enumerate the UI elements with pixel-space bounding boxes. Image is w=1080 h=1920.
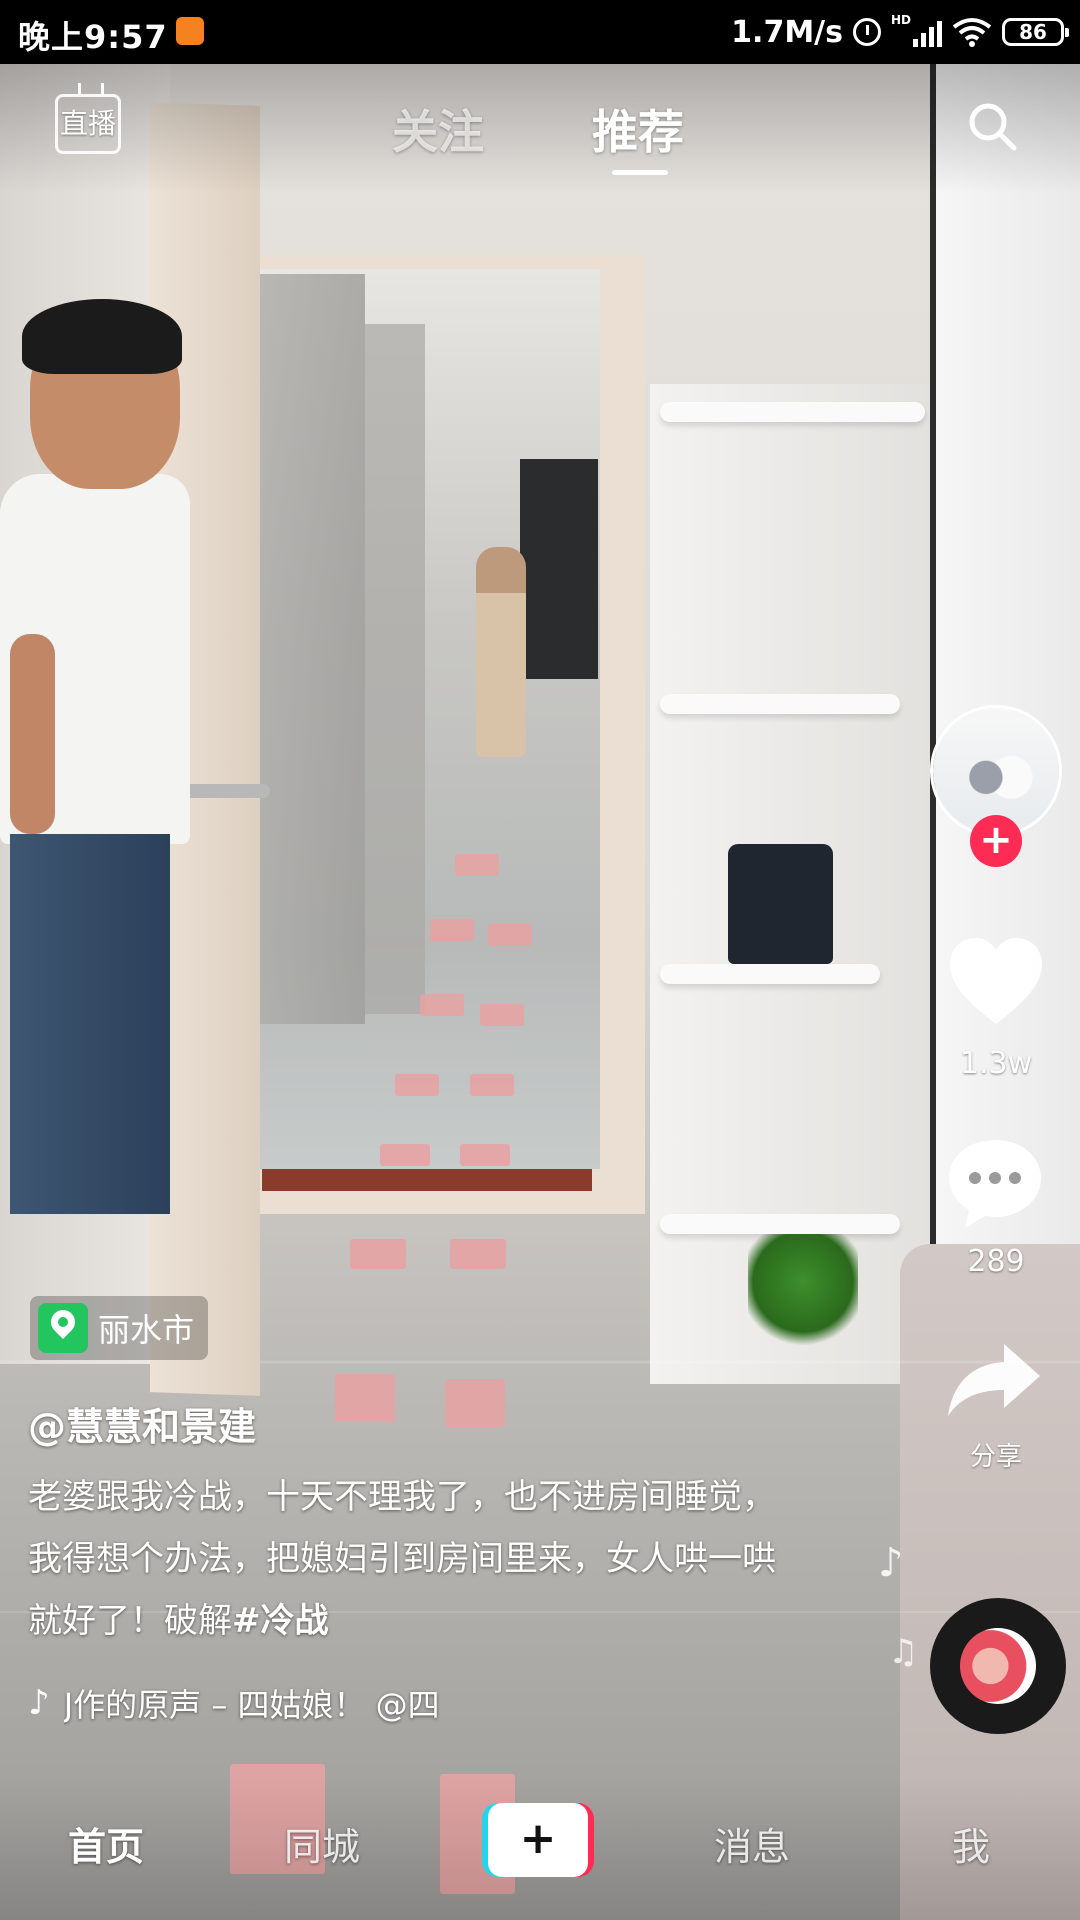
battery-icon: 86 xyxy=(1002,18,1069,46)
plus-icon: + xyxy=(488,1803,588,1877)
scene-door-handle xyxy=(180,784,270,798)
share-label: 分享 xyxy=(969,1442,1022,1472)
signal-icon xyxy=(913,17,942,47)
top-nav xyxy=(0,64,1080,194)
music-info[interactable]: ♪ J作的原声 – 四姑娘！ @四 xyxy=(28,1680,564,1726)
scene-banknote xyxy=(350,1239,406,1269)
location-tag[interactable]: 丽水市 xyxy=(30,1296,209,1360)
scene-man-arm xyxy=(10,634,55,834)
scene-banknote xyxy=(395,1074,439,1096)
wifi-icon xyxy=(952,18,992,47)
nav-messages[interactable]: 消息 xyxy=(714,1816,790,1871)
scene-banknote xyxy=(430,919,474,941)
tab-following[interactable]: 关注 xyxy=(392,96,484,162)
scene-shelf xyxy=(660,694,900,714)
live-button[interactable]: 直播 xyxy=(55,94,121,154)
location-pin-icon xyxy=(38,1303,88,1353)
scene-handbag xyxy=(728,844,833,964)
music-note-icon: ♫ xyxy=(888,1632,919,1672)
tab-recommend[interactable]: 推荐 xyxy=(592,96,684,162)
heart-icon[interactable] xyxy=(946,936,1046,1028)
music-note-icon: ♪ xyxy=(878,1540,904,1586)
scene-banknote xyxy=(470,1074,514,1096)
like-count: 1.3w xyxy=(959,1046,1033,1081)
location-text: 丽水市 xyxy=(98,1311,195,1349)
scene-banknote xyxy=(455,854,499,876)
scene-wardrobe xyxy=(930,64,1080,1274)
scene-man-hair xyxy=(22,299,182,374)
network-speed: 1.7M/s xyxy=(731,14,843,50)
nav-home[interactable]: 首页 xyxy=(68,1816,144,1871)
scene-banknote xyxy=(420,994,464,1016)
scene-banknote xyxy=(480,1004,524,1026)
scene-window xyxy=(520,459,598,679)
video-caption[interactable]: 老婆跟我冷战，十天不理我了，也不进房间睡觉，我得想个办法，把媳妇引到房间里来，女… xyxy=(28,1466,808,1652)
author-username[interactable]: @慧慧和景建 xyxy=(28,1396,256,1451)
scene-banknote xyxy=(335,1374,395,1422)
search-icon[interactable] xyxy=(966,100,1018,152)
comment-icon[interactable] xyxy=(945,1136,1045,1232)
comment-count: 289 xyxy=(967,1244,1025,1279)
caption-hashtag[interactable]: #冷战 xyxy=(232,1601,329,1641)
scene-woman xyxy=(476,547,526,757)
music-disc-art xyxy=(960,1628,1036,1704)
status-time: 晚上9:57 xyxy=(18,18,168,56)
share-icon[interactable] xyxy=(944,1340,1044,1420)
scene-banknote xyxy=(445,1379,505,1427)
music-title: J作的原声 – 四姑娘！ @四 xyxy=(63,1686,440,1724)
nav-nearby[interactable]: 同城 xyxy=(284,1816,360,1871)
status-right: 1.7M/s HD 86 xyxy=(731,12,1069,52)
scene-shelf xyxy=(660,964,880,984)
scene-man-jeans xyxy=(10,834,170,1214)
app-notification-icon xyxy=(176,17,204,45)
tiktok-note-icon: ♪ xyxy=(28,1683,50,1723)
caption-text: 老婆跟我冷战，十天不理我了，也不进房间睡觉，我得想个办法，把媳妇引到房间里来，女… xyxy=(28,1477,776,1641)
scene-shelf xyxy=(660,402,925,422)
scene-glass-panel xyxy=(365,324,425,1014)
nav-profile[interactable]: 我 xyxy=(952,1816,990,1871)
hd-badge: HD xyxy=(890,13,911,27)
scene-banknote xyxy=(488,924,532,946)
scene-banknote xyxy=(380,1144,430,1166)
tab-active-indicator xyxy=(612,170,668,175)
scene-banknote xyxy=(460,1144,510,1166)
alarm-icon xyxy=(852,18,881,46)
follow-plus-icon[interactable]: + xyxy=(970,815,1022,867)
status-bar: 晚上9:57 1.7M/s HD 86 xyxy=(0,0,1080,64)
scene-banknote xyxy=(450,1239,506,1269)
create-video-button[interactable]: + xyxy=(482,1803,594,1877)
